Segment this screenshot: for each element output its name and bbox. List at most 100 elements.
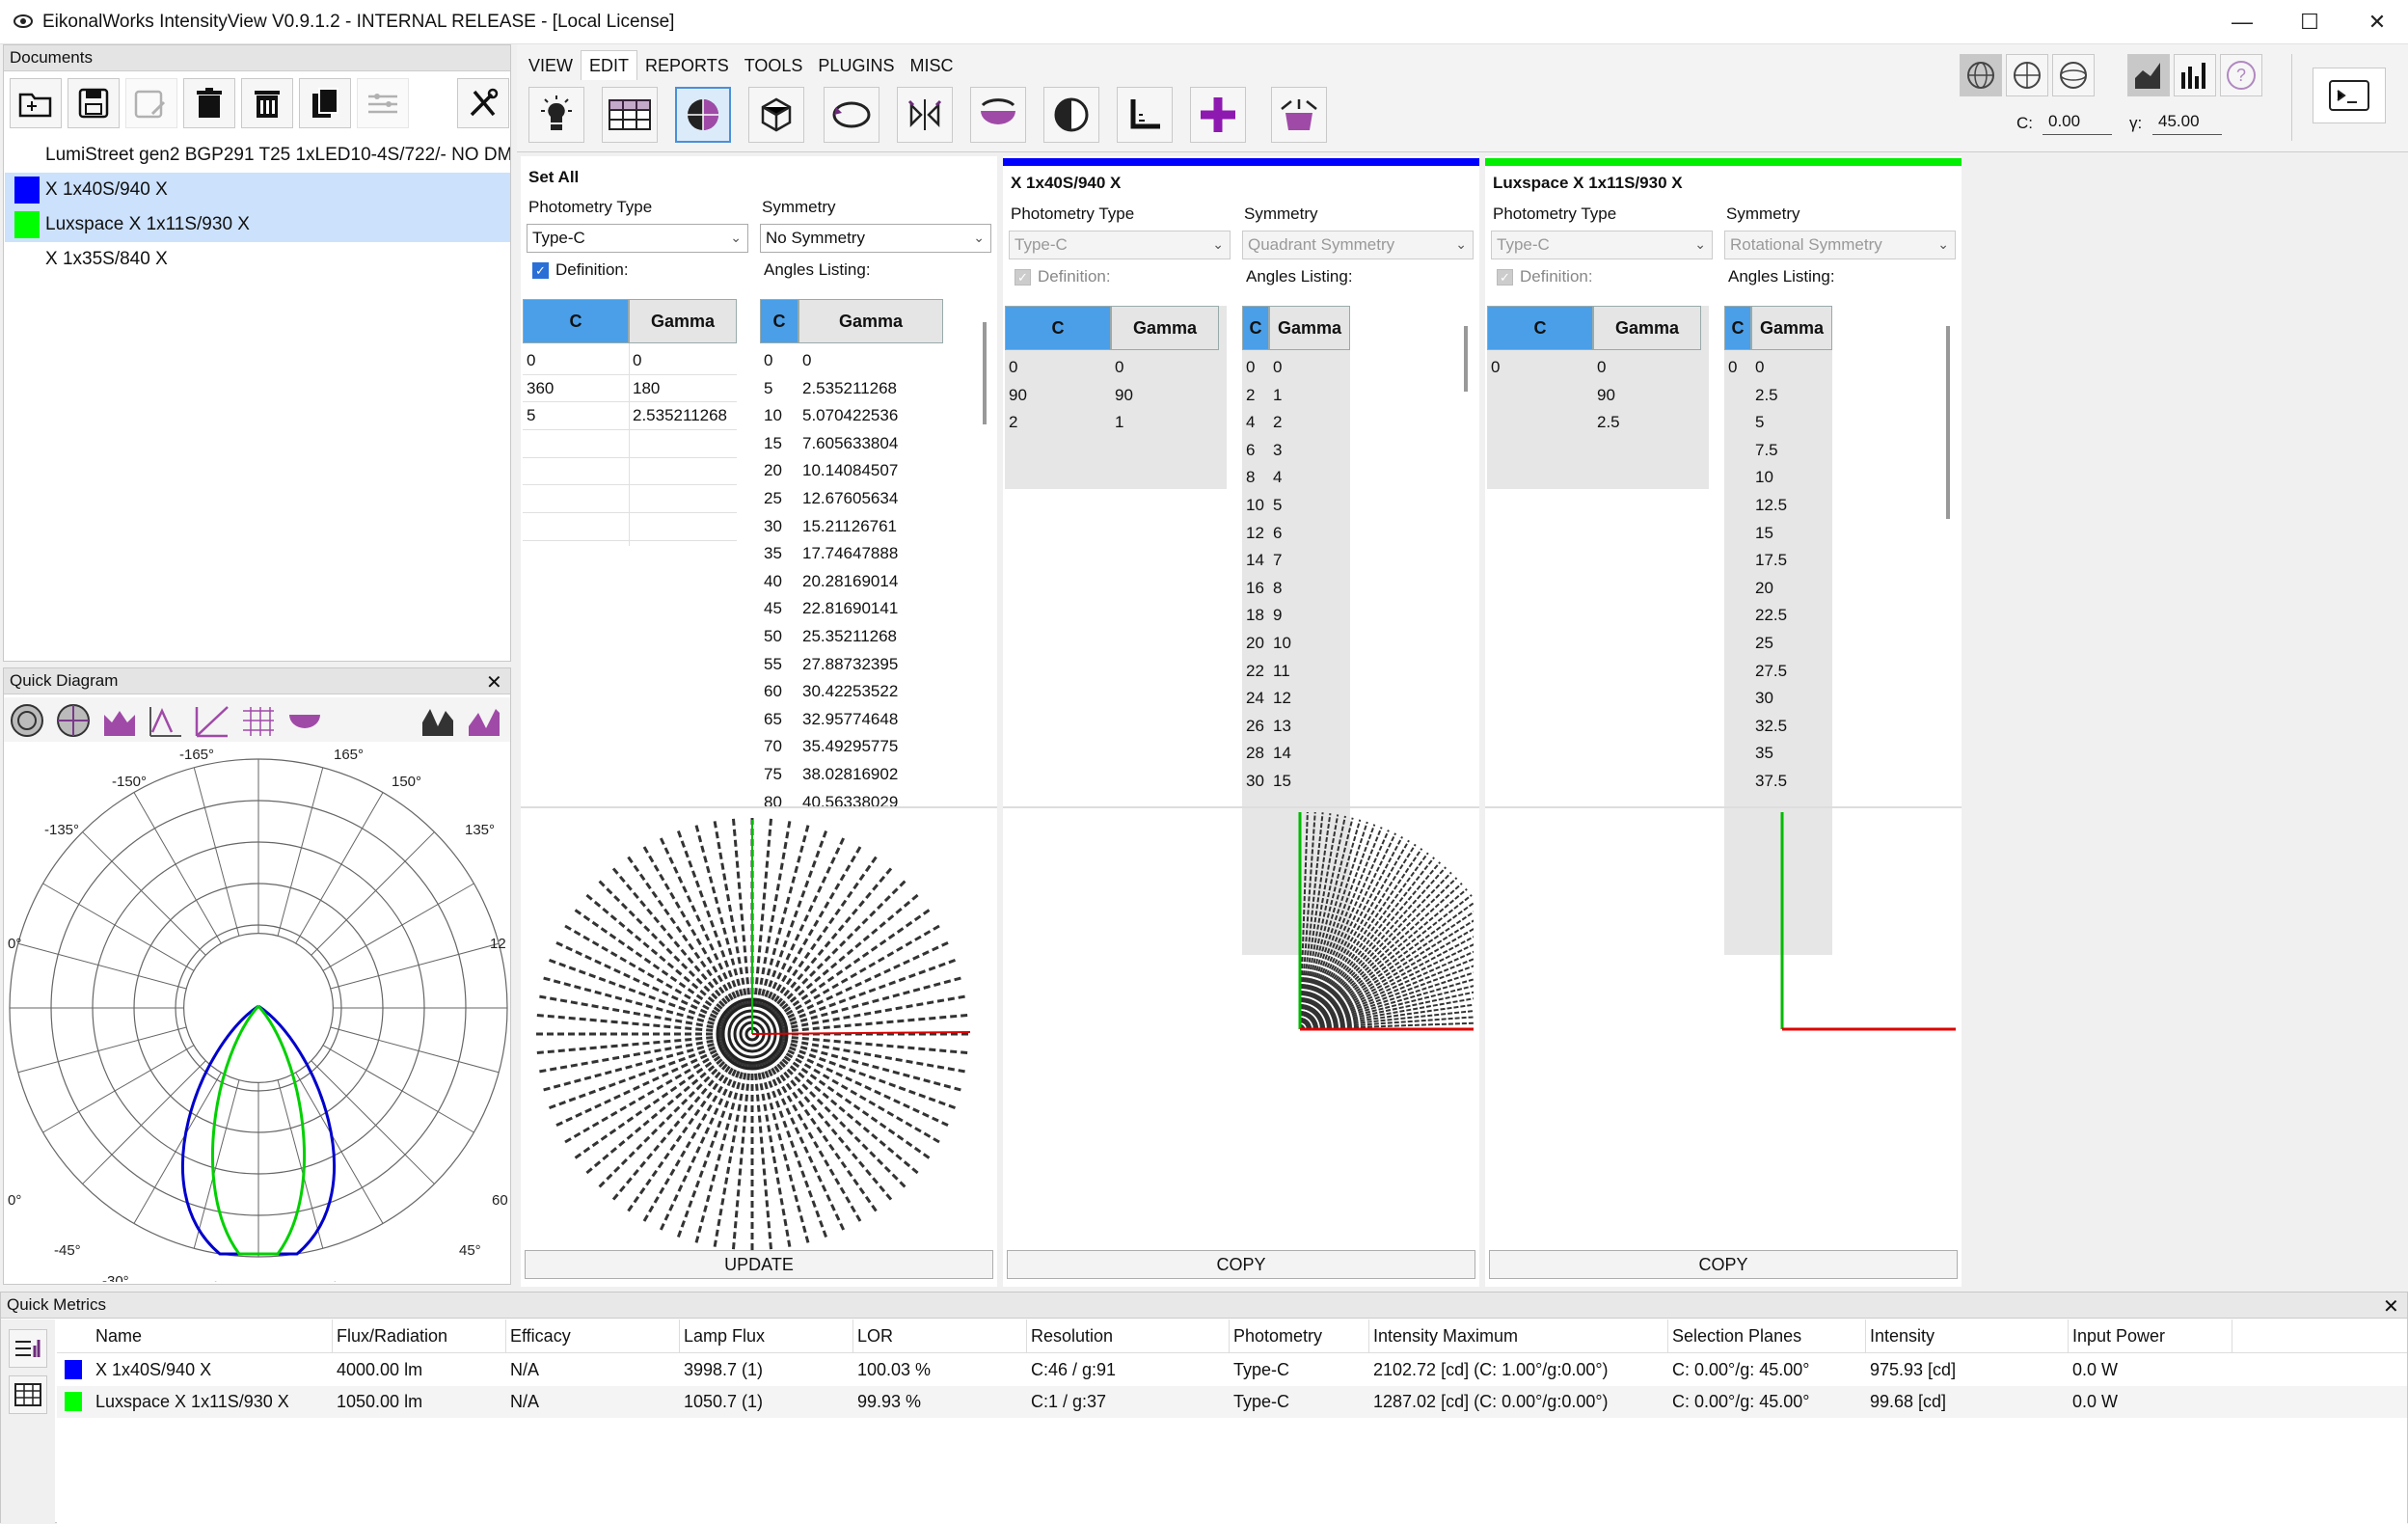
globe-bb-button[interactable]: [2006, 54, 2048, 96]
tab-reports[interactable]: REPORTS: [637, 51, 737, 80]
table-cell[interactable]: 90: [1111, 382, 1219, 410]
table-cell[interactable]: 15: [1269, 768, 1350, 796]
table-cell[interactable]: 5: [1751, 409, 1832, 437]
help-button[interactable]: ?: [2220, 54, 2262, 96]
table-cell[interactable]: 0: [1487, 354, 1593, 382]
bowl-icon[interactable]: [285, 703, 324, 738]
table-cell[interactable]: 5.070422536: [798, 402, 943, 430]
compare-button[interactable]: [357, 78, 409, 128]
table-cell[interactable]: 2: [1269, 409, 1350, 437]
table-cell[interactable]: [1724, 437, 1751, 465]
diagonal-line-icon[interactable]: [193, 703, 231, 738]
gamma-input[interactable]: 45.00: [2152, 112, 2222, 135]
metrics-column-header[interactable]: Name: [92, 1320, 333, 1352]
table-cell[interactable]: 30: [760, 513, 798, 541]
table-cell[interactable]: 32.5: [1751, 713, 1832, 741]
definition-checkbox[interactable]: ✓: [1015, 269, 1031, 286]
metrics-column-header[interactable]: Lamp Flux: [680, 1320, 853, 1352]
column-header[interactable]: C: [760, 299, 798, 343]
area-chart-alt-icon[interactable]: [465, 703, 503, 738]
table-cell[interactable]: 35: [1751, 740, 1832, 768]
table-cell[interactable]: [1724, 520, 1751, 548]
table-cell[interactable]: 2.535211268: [629, 402, 737, 430]
table-cell[interactable]: 18: [1242, 602, 1269, 630]
table-cell[interactable]: 20: [1751, 575, 1832, 603]
sphere-view-button[interactable]: [675, 87, 731, 143]
duplicate-button[interactable]: [299, 78, 351, 128]
table-cell[interactable]: 30: [1242, 768, 1269, 796]
table-cell[interactable]: 7.605633804: [798, 430, 943, 458]
table-cell[interactable]: 0: [1005, 354, 1111, 382]
table-cell[interactable]: 10: [1269, 630, 1350, 658]
table-cell[interactable]: 14: [1269, 740, 1350, 768]
table-cell[interactable]: 37.5: [1751, 768, 1832, 796]
metrics-column-header[interactable]: Efficacy: [506, 1320, 680, 1352]
table-cell[interactable]: [1724, 602, 1751, 630]
open-folder-button[interactable]: [10, 78, 62, 128]
column-header[interactable]: C: [523, 299, 629, 343]
column-header[interactable]: C: [1487, 306, 1593, 350]
column-header[interactable]: C: [1724, 306, 1751, 350]
table-cell[interactable]: 0: [1724, 354, 1751, 382]
table-cell[interactable]: 24: [1242, 685, 1269, 713]
tab-edit[interactable]: EDIT: [581, 50, 638, 80]
table-cell[interactable]: 2: [1242, 382, 1269, 410]
update-button[interactable]: UPDATE: [525, 1250, 993, 1279]
luminaire-button[interactable]: [528, 87, 584, 143]
table-cell[interactable]: 3: [1269, 437, 1350, 465]
table-cell[interactable]: 12: [1242, 520, 1269, 548]
metrics-column-header[interactable]: Intensity Maximum: [1369, 1320, 1668, 1352]
table-cell[interactable]: 14: [1242, 547, 1269, 575]
column-header[interactable]: C: [1242, 306, 1269, 350]
metrics-column-header[interactable]: Intensity: [1866, 1320, 2069, 1352]
table-cell[interactable]: 17.74647888: [798, 540, 943, 568]
table-cell[interactable]: [1724, 740, 1751, 768]
symmetry-select[interactable]: Quadrant Symmetry ⌄: [1242, 231, 1474, 259]
metrics-column-header[interactable]: Photometry: [1230, 1320, 1369, 1352]
symmetry-select[interactable]: No Symmetry ⌄: [760, 224, 991, 253]
table-cell[interactable]: 5: [1269, 492, 1350, 520]
table-cell[interactable]: [1724, 630, 1751, 658]
table-cell[interactable]: 25: [760, 485, 798, 513]
table-cell[interactable]: 45: [760, 595, 798, 623]
table-cell[interactable]: 2.535211268: [798, 375, 943, 403]
photometry-type-select[interactable]: Type-C ⌄: [1491, 231, 1713, 259]
table-cell[interactable]: 360: [523, 375, 629, 403]
table-cell[interactable]: [1724, 713, 1751, 741]
column-header[interactable]: Gamma: [798, 299, 943, 343]
line-curve-icon[interactable]: [147, 703, 185, 738]
table-cell[interactable]: 20.28169014: [798, 568, 943, 596]
table-cell[interactable]: 8: [1242, 464, 1269, 492]
table-cell[interactable]: [1724, 685, 1751, 713]
package-button[interactable]: [1271, 87, 1327, 143]
close-icon[interactable]: ✕: [2343, 0, 2408, 44]
chart-bar-button[interactable]: [2174, 54, 2216, 96]
metrics-column-header[interactable]: Flux/Radiation: [333, 1320, 506, 1352]
table-cell[interactable]: 4: [1269, 464, 1350, 492]
table-cell[interactable]: 10.14084507: [798, 457, 943, 485]
document-item[interactable]: Luxspace X 1x11S/930 X: [5, 207, 510, 242]
chart-area-button[interactable]: [2127, 54, 2170, 96]
table-cell[interactable]: 30.42253522: [798, 678, 943, 706]
table-cell[interactable]: 17.5: [1751, 547, 1832, 575]
table-cell[interactable]: 20: [760, 457, 798, 485]
table-cell[interactable]: 10: [760, 402, 798, 430]
tab-tools[interactable]: TOOLS: [737, 51, 811, 80]
table-cell[interactable]: 15.21126761: [798, 513, 943, 541]
table-cell[interactable]: 22: [1242, 658, 1269, 686]
console-button[interactable]: [2313, 68, 2386, 123]
table-cell[interactable]: 22.81690141: [798, 595, 943, 623]
table-cell[interactable]: 6: [1269, 520, 1350, 548]
scrollbar[interactable]: [983, 322, 987, 424]
table-cell[interactable]: 60: [760, 678, 798, 706]
document-item[interactable]: X 1x40S/940 X: [5, 173, 510, 207]
table-cell[interactable]: 25.35211268: [798, 623, 943, 651]
save-button[interactable]: [68, 78, 120, 128]
add-button[interactable]: [1190, 87, 1246, 143]
metrics-table-button[interactable]: [9, 1375, 47, 1414]
table-cell[interactable]: 0: [1242, 354, 1269, 382]
copy-button[interactable]: COPY: [1007, 1250, 1475, 1279]
table-cell[interactable]: 20: [1242, 630, 1269, 658]
table-cell[interactable]: 0: [523, 347, 629, 375]
metrics-column-header[interactable]: Selection Planes: [1668, 1320, 1866, 1352]
